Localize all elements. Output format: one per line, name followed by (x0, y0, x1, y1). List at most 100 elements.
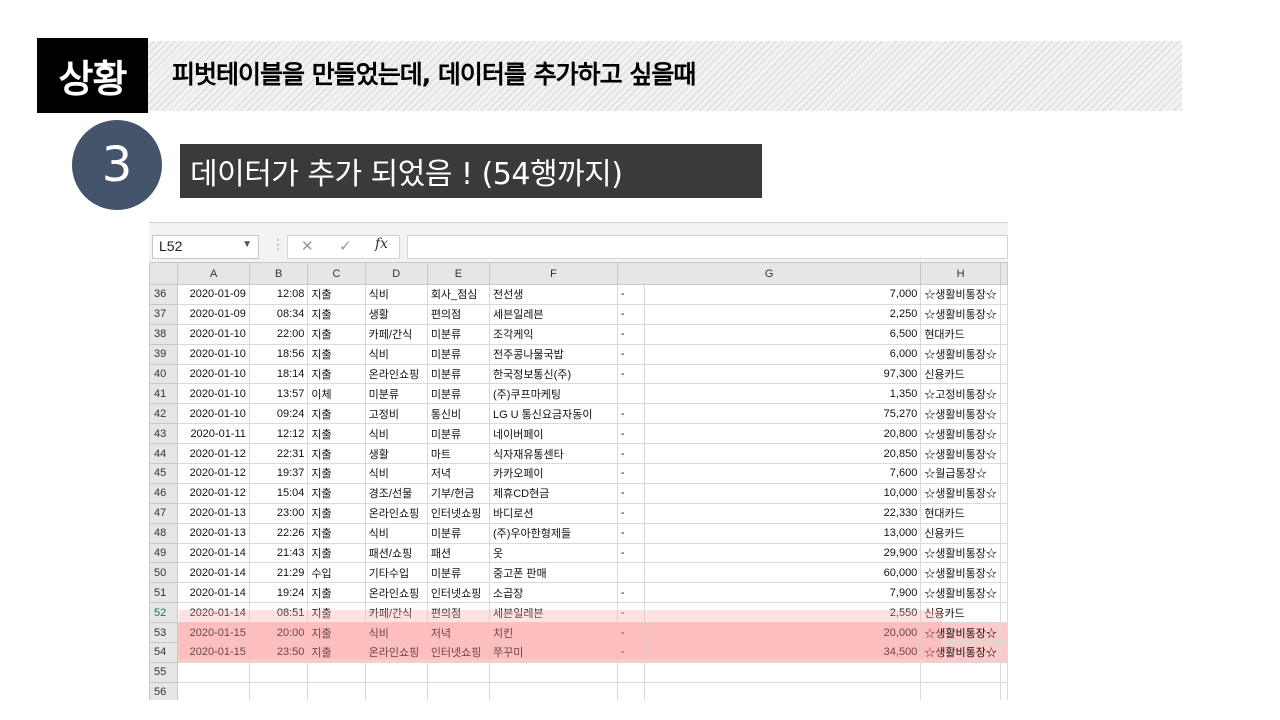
column-header-c[interactable]: C (307, 262, 366, 285)
column-header-d[interactable]: D (364, 262, 428, 285)
cell-cat[interactable]: 식비 (364, 522, 428, 544)
cell-account[interactable]: ☆고정비통장☆ (920, 383, 1001, 405)
cell-blank[interactable] (1000, 363, 1008, 385)
cell-date[interactable]: 2020-01-10 (177, 323, 250, 345)
row-header[interactable]: 52 (149, 602, 179, 624)
cell-desc[interactable]: 조각케익 (488, 323, 618, 345)
cell-sub[interactable]: 미분류 (426, 522, 490, 544)
cell-sub[interactable]: 저녁 (426, 622, 490, 644)
cell-account[interactable]: ☆생활비통장☆ (920, 343, 1001, 365)
cell-dash[interactable]: - (616, 602, 645, 624)
cell-cat[interactable]: 기타수입 (364, 562, 428, 584)
cell-dash[interactable]: - (616, 463, 645, 484)
row-header[interactable]: 40 (149, 363, 179, 385)
cell-time[interactable] (248, 661, 309, 683)
cell-time[interactable]: 08:51 (248, 602, 309, 624)
cell-date[interactable]: 2020-01-09 (177, 284, 250, 305)
cell-time[interactable]: 22:31 (248, 443, 309, 465)
cell-dash[interactable]: - (616, 642, 645, 663)
cell-dash[interactable]: - (616, 502, 645, 524)
cell-blank[interactable] (1000, 443, 1008, 465)
cell-date[interactable]: 2020-01-15 (177, 622, 250, 644)
cell-sub[interactable]: 미분류 (426, 423, 490, 445)
cell-date[interactable]: 2020-01-15 (177, 642, 250, 663)
cell-date[interactable] (177, 661, 250, 683)
cell-sub[interactable]: 기부/헌금 (426, 482, 490, 504)
cell-amount[interactable]: 13,000 (643, 522, 922, 544)
cell-time[interactable]: 09:24 (248, 403, 309, 425)
row-header[interactable]: 50 (149, 562, 179, 584)
row-header[interactable]: 53 (149, 622, 179, 644)
cell-amount[interactable]: 22,330 (643, 502, 922, 524)
row-header[interactable]: 43 (149, 423, 179, 445)
cell-desc[interactable]: 전선생 (488, 284, 618, 305)
cell-date[interactable]: 2020-01-14 (177, 542, 250, 564)
cell-desc[interactable]: 소곱장 (488, 582, 618, 604)
cell-date[interactable] (177, 681, 250, 700)
cell-sub[interactable]: 패션 (426, 542, 490, 564)
cell-sub[interactable]: 편의점 (426, 602, 490, 624)
cell-blank[interactable] (1000, 562, 1008, 584)
cell-amount[interactable]: 2,250 (643, 303, 922, 325)
cell-account[interactable]: ☆생활비통장☆ (920, 403, 1001, 425)
cell-account[interactable]: 신용카드 (920, 522, 1001, 544)
cell-blank[interactable] (1000, 284, 1008, 305)
cell-dash[interactable] (616, 661, 645, 683)
cell-type[interactable]: 이체 (307, 383, 366, 405)
cell-account[interactable]: ☆생활비통장☆ (920, 443, 1001, 465)
cell-blank[interactable] (1000, 323, 1008, 345)
cell-account[interactable]: 신용카드 (920, 363, 1001, 385)
row-header[interactable]: 56 (149, 681, 179, 700)
cell-sub[interactable]: 통신비 (426, 403, 490, 425)
cell-type[interactable] (307, 681, 366, 700)
cell-amount[interactable]: 7,000 (643, 284, 922, 305)
row-header[interactable]: 49 (149, 542, 179, 564)
cell-date[interactable]: 2020-01-13 (177, 502, 250, 524)
cell-dash[interactable]: - (616, 323, 645, 345)
cell-time[interactable]: 13:57 (248, 383, 309, 405)
cell-desc[interactable] (488, 661, 618, 683)
cell-time[interactable]: 22:00 (248, 323, 309, 345)
cell-blank[interactable] (1000, 602, 1008, 624)
cell-amount[interactable]: 10,000 (643, 482, 922, 504)
cell-amount[interactable]: 1,350 (643, 383, 922, 405)
row-header[interactable]: 37 (149, 303, 179, 325)
cell-date[interactable]: 2020-01-11 (177, 423, 250, 445)
cell-amount[interactable]: 20,850 (643, 443, 922, 465)
cell-desc[interactable]: LG U 통신요금자동이 (488, 403, 618, 425)
cell-amount[interactable] (643, 681, 922, 700)
select-all-corner[interactable] (149, 262, 179, 285)
cell-dash[interactable]: - (616, 542, 645, 564)
cell-time[interactable]: 20:00 (248, 622, 309, 644)
row-header[interactable]: 42 (149, 403, 179, 425)
cell-cat[interactable]: 카페/간식 (364, 323, 428, 345)
cell-account[interactable]: ☆생활비통장☆ (920, 562, 1001, 584)
cell-account[interactable]: ☆생활비통장☆ (920, 622, 1001, 644)
cell-dash[interactable] (616, 681, 645, 700)
cell-blank[interactable] (1000, 423, 1008, 445)
cell-sub[interactable]: 미분류 (426, 383, 490, 405)
cell-cat[interactable]: 온라인쇼핑 (364, 582, 428, 604)
cell-amount[interactable]: 29,900 (643, 542, 922, 564)
cell-type[interactable]: 지출 (307, 642, 366, 663)
row-header[interactable]: 36 (149, 284, 179, 305)
cell-blank[interactable] (1000, 622, 1008, 644)
cell-amount[interactable]: 75,270 (643, 403, 922, 425)
cell-type[interactable]: 지출 (307, 463, 366, 484)
cell-time[interactable]: 22:26 (248, 522, 309, 544)
cell-date[interactable]: 2020-01-14 (177, 582, 250, 604)
cell-type[interactable]: 지출 (307, 423, 366, 445)
cell-account[interactable]: ☆생활비통장☆ (920, 582, 1001, 604)
cell-time[interactable]: 18:56 (248, 343, 309, 365)
cell-amount[interactable]: 20,000 (643, 622, 922, 644)
cell-sub[interactable] (426, 681, 490, 700)
cell-dash[interactable]: - (616, 582, 645, 604)
row-header[interactable]: 45 (149, 463, 179, 484)
cell-time[interactable]: 12:08 (248, 284, 309, 305)
cell-dash[interactable] (616, 562, 645, 584)
cell-blank[interactable] (1000, 522, 1008, 544)
cell-type[interactable]: 지출 (307, 602, 366, 624)
cell-desc[interactable]: 한국정보통신(주) (488, 363, 618, 385)
cell-desc[interactable]: 세븐일레븐 (488, 602, 618, 624)
cell-blank[interactable] (1000, 343, 1008, 365)
